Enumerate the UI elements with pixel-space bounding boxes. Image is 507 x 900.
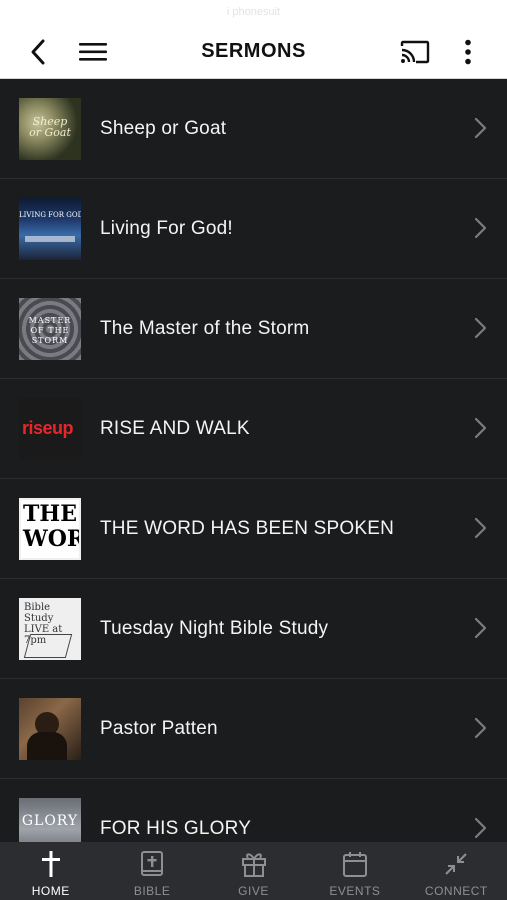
tab-label: CONNECT <box>424 884 488 898</box>
more-options-button[interactable] <box>456 36 480 68</box>
sermon-item[interactable]: Pastor Patten <box>0 679 507 779</box>
thumbnail-text: Sheep or Goat <box>29 115 71 139</box>
sermon-title: Tuesday Night Bible Study <box>100 618 329 639</box>
tab-give[interactable]: GIVE <box>203 842 304 900</box>
sermon-title: Living For God! <box>100 218 233 239</box>
sermon-thumbnail: Bible Study LIVE at 7pm <box>19 598 81 660</box>
chevron-right-icon <box>474 417 487 439</box>
tab-label: EVENTS <box>329 884 381 898</box>
thumbnail-text: LIVING FOR GOD <box>19 211 81 219</box>
tab-events[interactable]: EVENTS <box>304 842 405 900</box>
sermon-title: Sheep or Goat <box>100 118 227 139</box>
sermon-thumbnail: THE WORD <box>19 498 81 560</box>
sermon-thumbnail: Sheep or Goat <box>19 98 81 160</box>
gift-icon <box>241 853 266 877</box>
thumbnail-text: THE WORD <box>23 501 79 552</box>
sermon-thumbnail <box>19 698 81 760</box>
thumbnail-text: MASTER OF THE STORM <box>28 316 72 345</box>
sermon-list[interactable]: Sheep or Goat Sheep or Goat LIVING FOR G… <box>0 79 507 842</box>
sermon-item[interactable]: Sheep or Goat Sheep or Goat <box>0 79 507 179</box>
chevron-right-icon <box>474 817 487 839</box>
top-app-bar: i phonesuit SERMONS <box>0 0 507 79</box>
status-hint: i phonesuit <box>226 6 281 18</box>
sermon-item[interactable]: Bible Study LIVE at 7pm Tuesday Night Bi… <box>0 579 507 679</box>
tab-bible[interactable]: BIBLE <box>101 842 202 900</box>
sermon-thumbnail: MASTER OF THE STORM <box>19 298 81 360</box>
connect-arrows-icon <box>445 853 468 875</box>
sermon-title: Pastor Patten <box>100 718 218 739</box>
more-vertical-icon <box>465 39 471 65</box>
sermon-thumbnail: GLORY <box>19 798 81 842</box>
tab-label: HOME <box>31 884 70 898</box>
calendar-icon <box>342 852 367 877</box>
bottom-tab-bar: HOME BIBLE GIVE EVENTS CONNECT <box>0 842 507 900</box>
sermon-title: THE WORD HAS BEEN SPOKEN <box>100 518 395 539</box>
sermon-thumbnail: LIVING FOR GOD <box>19 198 81 260</box>
sermon-title: The Master of the Storm <box>100 318 310 339</box>
menu-button[interactable] <box>76 36 110 68</box>
sermon-item[interactable]: THE WORD THE WORD HAS BEEN SPOKEN <box>0 479 507 579</box>
thumbnail-text: riseup <box>22 418 74 438</box>
sermon-thumbnail: riseup <box>19 398 81 460</box>
chevron-right-icon <box>474 517 487 539</box>
sermon-title: RISE AND WALK <box>100 418 250 439</box>
chevron-right-icon <box>474 717 487 739</box>
cast-icon <box>400 40 430 64</box>
thumbnail-text: GLORY <box>21 813 79 829</box>
tab-label: BIBLE <box>133 884 171 898</box>
chevron-right-icon <box>474 617 487 639</box>
chevron-right-icon <box>474 217 487 239</box>
hamburger-menu-icon <box>79 43 107 61</box>
sermon-item[interactable]: LIVING FOR GOD Living For God! <box>0 179 507 279</box>
tab-label: GIVE <box>238 884 269 898</box>
sermon-item[interactable]: GLORY FOR HIS GLORY <box>0 779 507 842</box>
chevron-right-icon <box>474 317 487 339</box>
tab-home[interactable]: HOME <box>0 842 101 900</box>
sermon-title: FOR HIS GLORY <box>100 818 252 839</box>
back-button[interactable] <box>24 36 52 68</box>
cross-icon <box>41 851 60 877</box>
back-chevron-icon <box>31 39 45 65</box>
chevron-right-icon <box>474 117 487 139</box>
bible-icon <box>141 851 164 876</box>
sermon-item[interactable]: MASTER OF THE STORM The Master of the St… <box>0 279 507 379</box>
tab-connect[interactable]: CONNECT <box>406 842 507 900</box>
cast-button[interactable] <box>398 36 432 68</box>
sermon-item[interactable]: riseup RISE AND WALK <box>0 379 507 479</box>
